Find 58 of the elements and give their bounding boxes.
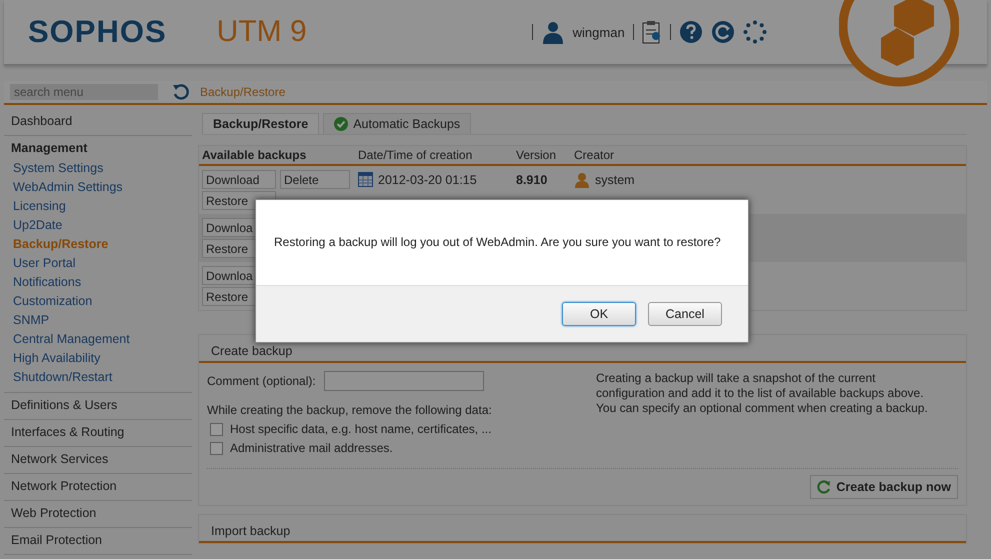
menu-item[interactable]: Web Protection [11,505,185,522]
user-icon [574,172,590,188]
submenu-item[interactable]: SNMP [13,311,185,330]
sophos-logo: SOPHOS [28,14,167,50]
comment-field[interactable] [324,371,484,391]
tab[interactable]: Automatic Backups [323,113,472,134]
column-header: Available backups [202,148,308,162]
table-cell: system [595,172,635,186]
product-name: UTM 9 [216,15,307,49]
field-label: Comment (optional): [207,374,316,388]
help-text: Creating a backup will take a snapshot of the current configuration and add it to the list of available backups above. You can specify an optional comment when creating a backup. [596,371,929,417]
clipboard-icon[interactable] [642,20,662,44]
submenu-item[interactable]: System Settings [13,159,185,178]
reload-icon[interactable] [710,20,735,44]
section-title: Import backup [211,524,290,538]
cancel-button[interactable]: Cancel [648,302,722,326]
ok-button[interactable]: OK [562,302,636,326]
column-header: Date/Time of creation [358,148,474,162]
help-icon[interactable] [678,20,703,44]
menu-item[interactable]: Management [11,140,185,157]
refresh-icon [817,480,832,494]
submenu-item[interactable]: User Portal [13,254,185,273]
menu-item[interactable]: Definitions & Users [11,397,185,414]
refresh-icon[interactable] [172,83,190,101]
submenu-item[interactable]: Customization [13,292,185,311]
menu-item[interactable]: Dashboard [11,113,185,130]
row-button[interactable]: Download [202,170,276,189]
checkbox-label: Host specific data, e.g. host name, certificates, ... [230,421,492,438]
submenu-item[interactable]: Notifications [13,273,185,292]
row-button[interactable]: Delete [280,170,350,189]
create-backup-button[interactable]: Create backup now [810,475,958,499]
submenu-item[interactable]: High Availability [13,349,185,368]
submenu-item[interactable]: Central Management [13,330,185,349]
check-icon [334,117,348,131]
dialog-message: Restoring a backup will log you out of WebAdmin. Are you sure you want to restore? [273,234,722,251]
submenu-item[interactable]: Shutdown/Restart [13,368,185,387]
menu-item[interactable]: Network Protection [11,478,185,495]
remove-label: While creating the backup, remove the following data: [207,403,492,417]
section-title: Create backup [211,344,292,358]
column-header: Version [516,148,558,162]
menu-item[interactable]: Network Services [11,451,185,468]
submenu-item[interactable]: Licensing [13,197,185,216]
search-field[interactable]: search menu [10,84,158,100]
table-cell: 2012-03-20 01:15 [378,172,477,186]
checkbox-label: Administrative mail addresses. [230,440,393,457]
loading-icon [742,20,767,44]
checkbox[interactable] [210,442,223,455]
calendar-icon [358,172,373,187]
user-name[interactable]: wingman [572,24,625,40]
submenu-item[interactable]: WebAdmin Settings [13,178,185,197]
menu-item[interactable]: Email Protection [11,532,185,549]
checkbox[interactable] [210,423,223,436]
user-icon[interactable] [540,20,565,44]
column-header: Creator [574,148,616,162]
table-cell-text: 8.910 [516,172,548,188]
submenu-item[interactable]: Up2Date [13,216,185,235]
tab[interactable]: Backup/Restore [202,113,320,134]
menu-item[interactable]: Interfaces & Routing [11,424,185,441]
